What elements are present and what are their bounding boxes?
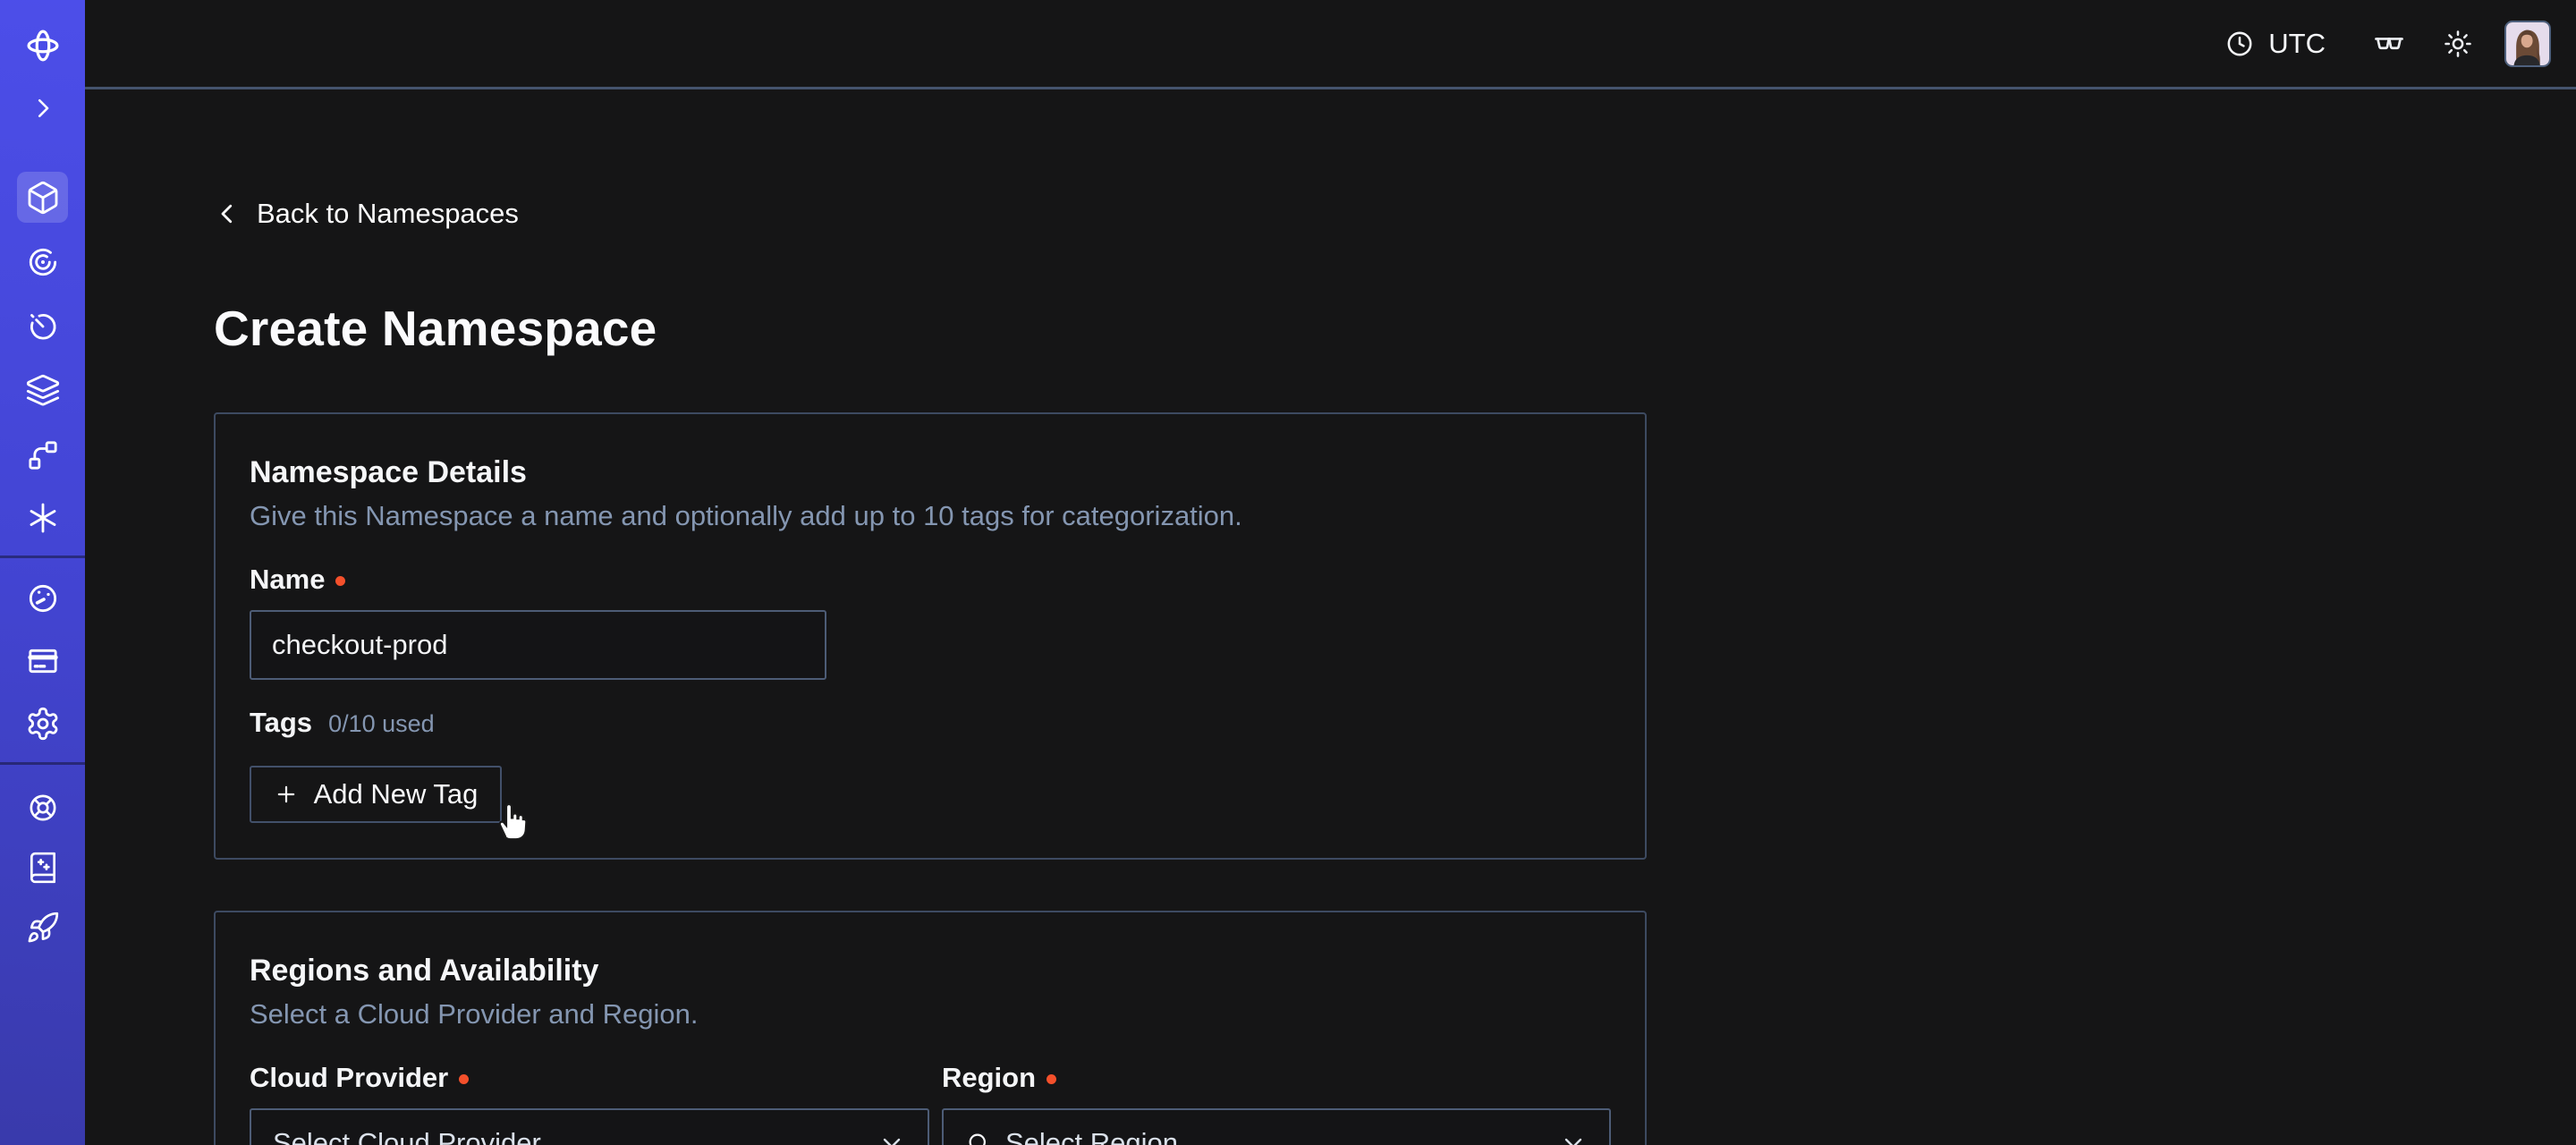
sidebar-item-nexus[interactable] (17, 492, 68, 543)
usage-icon (25, 581, 61, 616)
clock-icon (2224, 29, 2255, 59)
topbar: UTC (85, 0, 2576, 89)
glasses-icon (2372, 27, 2406, 61)
sidebar-item-support[interactable] (17, 782, 68, 833)
region-label: Region (942, 1062, 1036, 1094)
timezone-label: UTC (2268, 28, 2326, 60)
card-subtitle: Give this Namespace a name and optionall… (250, 499, 1611, 533)
tags-count: 0/10 used (328, 710, 435, 738)
namespaces-icon (25, 180, 61, 216)
plus-icon (274, 782, 299, 807)
cloud-provider-placeholder: Select Cloud Provider (273, 1127, 541, 1145)
timezone-button[interactable]: UTC (2224, 28, 2326, 60)
namespace-details-card: Namespace Details Give this Namespace a … (214, 412, 1647, 860)
region-select[interactable]: Select Region (942, 1108, 1611, 1145)
avatar[interactable] (2504, 21, 2551, 67)
sidebar-divider (0, 762, 85, 765)
deployments-icon (25, 373, 61, 409)
theme-toggle-button[interactable] (2442, 28, 2474, 60)
cloud-provider-label: Cloud Provider (250, 1062, 448, 1094)
sidebar-item-billing[interactable] (17, 635, 68, 686)
main-content: Back to Namespaces Create Namespace Name… (85, 92, 2576, 1145)
required-dot (1046, 1074, 1056, 1084)
settings-icon (25, 706, 61, 742)
back-link[interactable]: Back to Namespaces (214, 198, 519, 230)
chevron-right-icon (30, 95, 56, 122)
cloud-provider-select[interactable]: Select Cloud Provider (250, 1108, 929, 1145)
sidebar-item-usage[interactable] (17, 572, 68, 623)
region-placeholder: Select Region (1005, 1127, 1178, 1145)
nexus-icon (25, 500, 61, 536)
sidebar-item-schedules[interactable] (17, 301, 68, 352)
sidebar-item-batch-operations[interactable] (17, 429, 68, 480)
support-icon (26, 791, 60, 825)
card-subtitle: Select a Cloud Provider and Region. (250, 997, 1611, 1031)
required-dot (335, 576, 345, 586)
chevron-down-icon (877, 1129, 906, 1145)
schedules-icon (25, 309, 61, 344)
data-converter-button[interactable] (2372, 27, 2406, 61)
required-dot (459, 1074, 469, 1084)
sidebar-item-getting-started[interactable] (17, 902, 68, 953)
regions-card: Regions and Availability Select a Cloud … (214, 911, 1647, 1145)
add-new-tag-label: Add New Tag (314, 778, 479, 810)
add-new-tag-button[interactable]: Add New Tag (250, 766, 502, 823)
temporal-logo-icon (17, 20, 68, 71)
namespace-name-input[interactable] (250, 610, 826, 680)
sidebar-expand-button[interactable] (17, 82, 68, 133)
sidebar (0, 0, 85, 1145)
sidebar-item-workflows[interactable] (17, 236, 68, 287)
sidebar-item-docs[interactable] (17, 842, 68, 893)
docs-icon (26, 851, 60, 885)
tags-label: Tags (250, 707, 312, 739)
billing-icon (25, 643, 61, 679)
search-icon (965, 1130, 992, 1145)
sidebar-item-deployments[interactable] (17, 365, 68, 416)
card-title: Namespace Details (250, 454, 1611, 491)
page-title: Create Namespace (214, 300, 657, 357)
getting-started-icon (26, 911, 60, 945)
batch-operations-icon (25, 437, 61, 473)
chevron-left-icon (214, 200, 241, 227)
sidebar-item-namespaces[interactable] (17, 172, 68, 223)
workflows-icon (25, 244, 61, 280)
sidebar-divider (0, 556, 85, 558)
sidebar-item-settings[interactable] (17, 698, 68, 749)
name-label: Name (250, 564, 325, 596)
chevron-down-icon (1559, 1129, 1588, 1145)
card-title: Regions and Availability (250, 952, 1611, 989)
back-link-label: Back to Namespaces (257, 198, 519, 230)
sun-icon (2442, 28, 2474, 60)
